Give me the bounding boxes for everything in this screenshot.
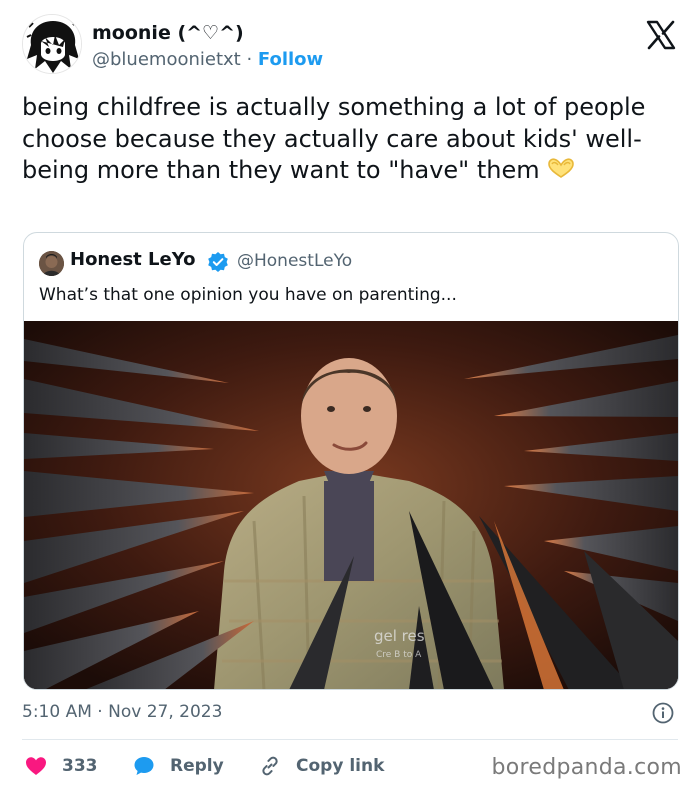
follow-button[interactable]: Follow (258, 49, 323, 70)
reply-label: Reply (170, 756, 224, 776)
heart-icon (26, 757, 46, 775)
tweet-card: moonie (^♡^) @bluemoonietxt · Follow bei… (0, 0, 700, 792)
meme-image: gel res Cre B to A (24, 321, 678, 689)
watermark: boredpanda.com (491, 755, 682, 780)
timestamp-separator: · (91, 702, 109, 722)
tweet-text: being childfree is actually something a … (22, 92, 678, 187)
tweet-date: Nov 27, 2023 (108, 702, 223, 722)
handle-separator: · (240, 49, 258, 70)
reply-bubble-icon (134, 757, 154, 775)
like-button[interactable]: 333 (24, 752, 98, 780)
copy-link-button[interactable]: Copy link (258, 752, 384, 780)
quoted-handle: @HonestLeYo (237, 251, 353, 271)
divider (22, 739, 678, 740)
author-handle[interactable]: @bluemoonietxt (92, 49, 241, 70)
author-display-name[interactable]: moonie (^♡^) (92, 22, 244, 44)
media-subcaption: Cre B to A (376, 650, 422, 660)
info-icon[interactable] (652, 702, 674, 724)
avatar-illustration (23, 15, 81, 73)
verified-badge-icon (208, 252, 228, 272)
quoted-media-image[interactable]: gel res Cre B to A (24, 321, 678, 689)
x-logo-icon[interactable] (646, 20, 676, 50)
heart-hands-icon (547, 158, 574, 178)
quoted-display-name: Honest LeYo (70, 249, 196, 270)
author-handle-line: @bluemoonietxt · Follow (92, 49, 323, 70)
quoted-avatar-illustration (39, 251, 64, 276)
quoted-author-avatar[interactable] (39, 251, 64, 276)
media-caption: gel res (374, 627, 425, 645)
tweet-time: 5:10 AM (22, 702, 92, 722)
like-count: 333 (62, 756, 98, 776)
tweet-timestamp[interactable]: 5:10 AM · Nov 27, 2023 (22, 702, 222, 722)
link-icon (262, 756, 278, 776)
author-avatar[interactable] (22, 14, 82, 74)
quoted-text: What’s that one opinion you have on pare… (39, 285, 457, 305)
reply-button[interactable]: Reply (132, 752, 224, 780)
quoted-tweet-card[interactable]: Honest LeYo @HonestLeYo What’s that one … (23, 232, 679, 690)
copy-link-label: Copy link (296, 756, 385, 776)
